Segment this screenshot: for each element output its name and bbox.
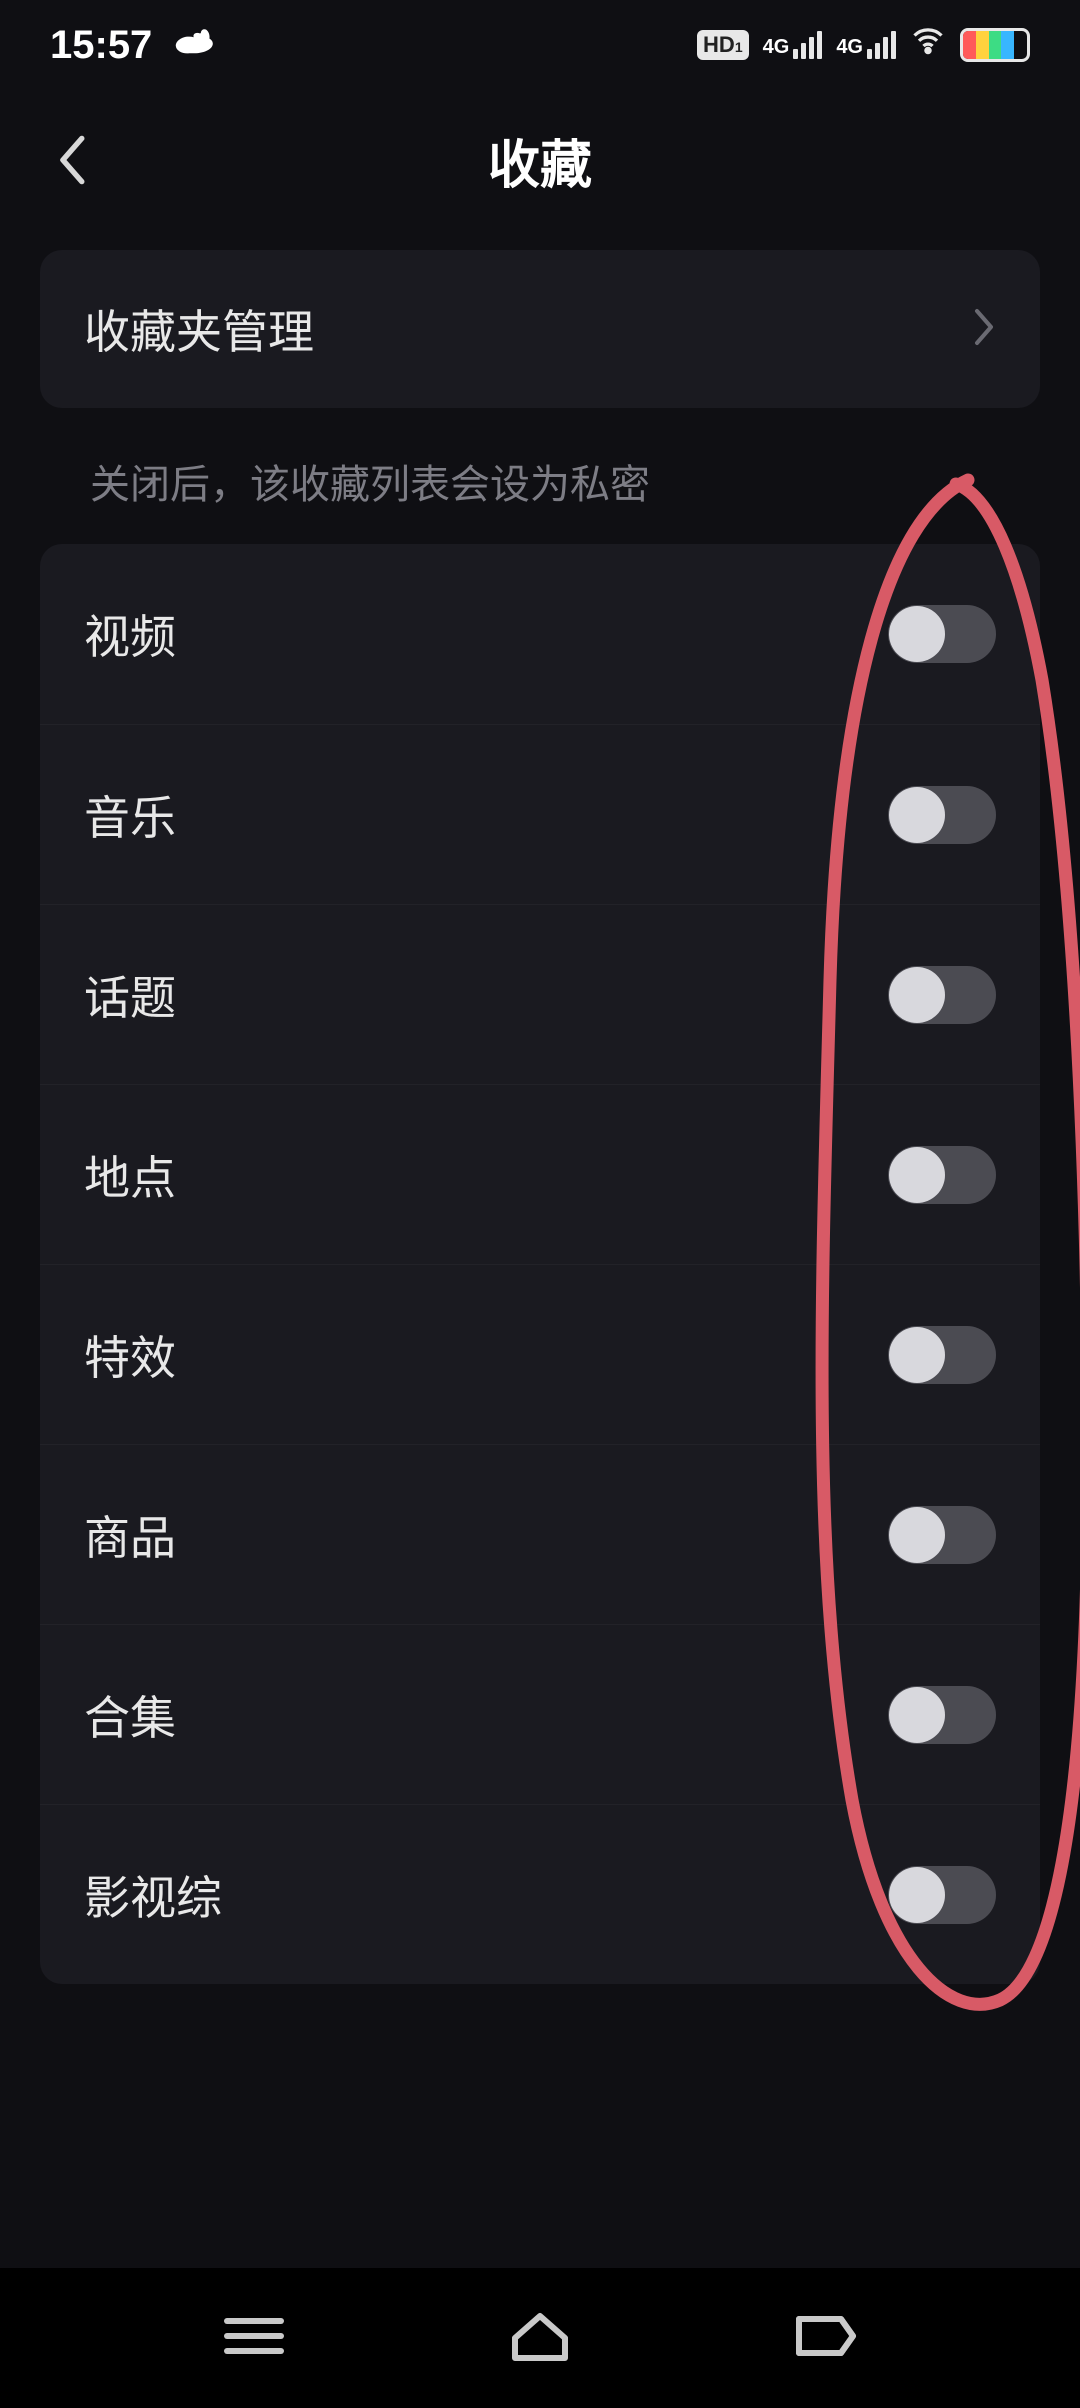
hd-badge-icon: HD1 [697,30,749,60]
page-title: 收藏 [488,123,592,198]
menu-lines-icon [219,2311,289,2361]
signal-2-label: 4G [836,36,863,59]
toggle-label-topic: 话题 [84,962,176,1028]
toggle-switch-product[interactable] [888,1506,996,1564]
toggle-row-topic: 话题 [40,904,1040,1084]
status-right: HD1 4G 4G [697,22,1030,68]
toggle-label-product: 商品 [84,1502,176,1568]
nav-back-button[interactable] [791,2311,861,2366]
toggle-switch-playlist[interactable] [888,1686,996,1744]
back-button[interactable] [36,125,106,195]
toggle-switch-media[interactable] [888,1866,996,1924]
toggle-row-playlist: 合集 [40,1624,1040,1804]
nav-recent-button[interactable] [219,2311,289,2366]
toggle-label-effect: 特效 [84,1322,176,1388]
content: 收藏夹管理 关闭后，该收藏列表会设为私密 视频音乐话题地点特效商品合集影视综 [0,230,1080,2004]
toggle-row-place: 地点 [40,1084,1040,1264]
chevron-right-icon [970,307,996,352]
signal-2-icon: 4G [836,31,896,59]
toggle-label-place: 地点 [84,1142,176,1208]
toggle-label-video: 视频 [84,601,176,667]
chevron-left-icon [54,133,88,187]
hd-label: HD [703,32,735,58]
toggle-row-media: 影视综 [40,1804,1040,1984]
system-nav-bar [0,2268,1080,2408]
battery-icon [960,28,1030,62]
back-nav-icon [791,2311,861,2361]
status-left: 15:57 [50,19,214,71]
toggle-label-music: 音乐 [84,782,176,848]
toggle-row-product: 商品 [40,1444,1040,1624]
toggle-switch-place[interactable] [888,1146,996,1204]
toggle-switch-music[interactable] [888,786,996,844]
manage-favorites-row[interactable]: 收藏夹管理 [40,250,1040,408]
toggle-list: 视频音乐话题地点特效商品合集影视综 [40,544,1040,1984]
title-bar: 收藏 [0,90,1080,230]
wifi-icon [910,22,946,68]
toggle-label-playlist: 合集 [84,1682,176,1748]
toggle-row-video: 视频 [40,544,1040,724]
manage-card: 收藏夹管理 [40,250,1040,408]
manage-favorites-label: 收藏夹管理 [84,296,314,362]
nav-home-button[interactable] [507,2308,573,2369]
status-bar: 15:57 HD1 4G 4G [0,0,1080,90]
toggle-row-effect: 特效 [40,1264,1040,1444]
status-time: 15:57 [50,23,152,68]
home-outline-icon [507,2308,573,2364]
toggle-switch-video[interactable] [888,605,996,663]
signal-1-label: 4G [763,36,790,59]
signal-1-icon: 4G [763,31,823,59]
toggle-label-media: 影视综 [84,1862,222,1928]
weibo-icon [172,19,214,71]
privacy-hint: 关闭后，该收藏列表会设为私密 [40,408,1040,544]
hd-sub: 1 [735,39,743,55]
toggle-row-music: 音乐 [40,724,1040,904]
toggle-switch-effect[interactable] [888,1326,996,1384]
toggle-switch-topic[interactable] [888,966,996,1024]
